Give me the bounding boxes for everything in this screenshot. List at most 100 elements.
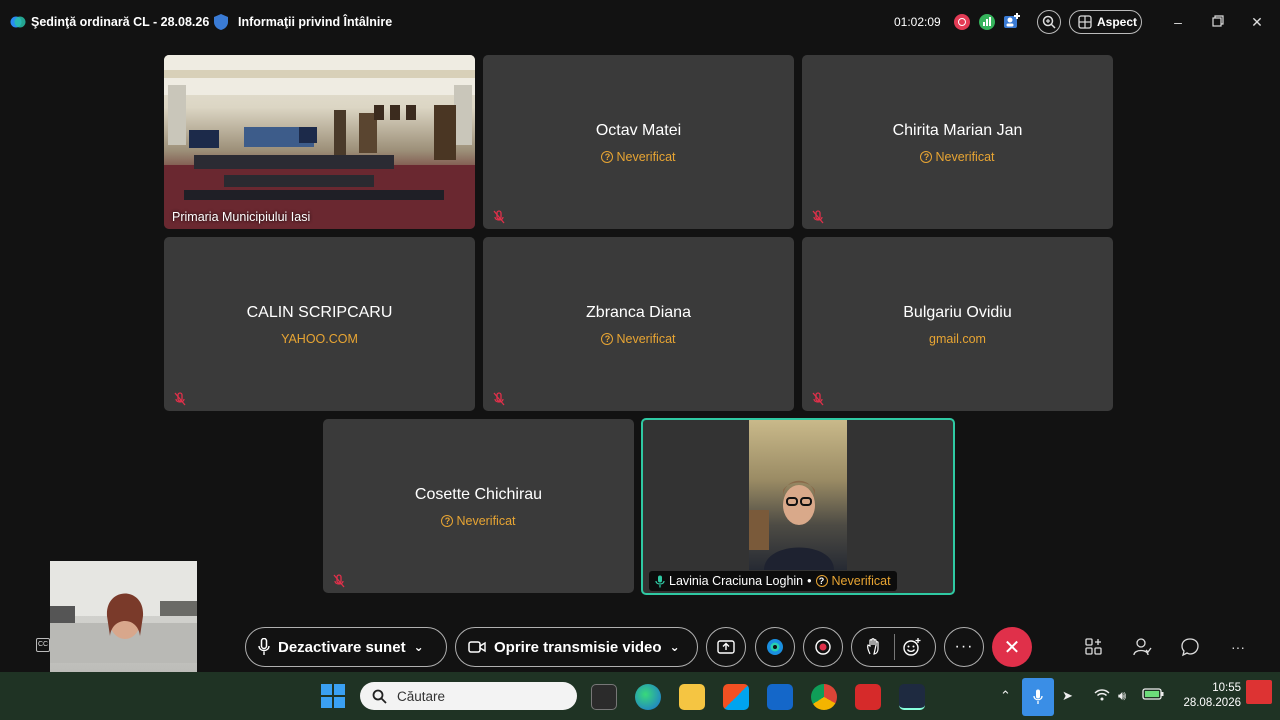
verification-status: Neverificat: [831, 574, 891, 588]
leave-meeting-button[interactable]: ✕: [992, 627, 1032, 667]
participant-tile[interactable]: CALIN SCRIPCARU YAHOO.COM: [164, 237, 475, 411]
clock-time: 10:55: [1212, 682, 1241, 694]
mute-button[interactable]: Dezactivare sunet ⌄: [245, 627, 447, 667]
ai-assistant-icon: [767, 639, 783, 655]
zoom-icon[interactable]: [1037, 10, 1061, 34]
battery-icon[interactable]: [1142, 688, 1164, 703]
search-icon: [372, 689, 387, 704]
question-icon: ?: [920, 151, 933, 163]
share-screen-icon: [717, 640, 735, 654]
shield-icon[interactable]: [213, 13, 229, 31]
participant-name: Cosette Chichirau: [414, 486, 543, 503]
more-icon[interactable]: ···: [1227, 636, 1249, 658]
restore-icon[interactable]: [1210, 14, 1226, 30]
microphone-tray-icon[interactable]: [1022, 678, 1054, 716]
participant-tile[interactable]: Cosette Chichirau ? Neverificat: [323, 419, 634, 593]
meeting-title: Şedinţă ordinară CL - 28.08.26: [31, 15, 210, 29]
record-icon: [815, 639, 831, 655]
windows-start-icon[interactable]: [321, 684, 345, 708]
grid-layout-icon: [1078, 15, 1092, 29]
clock-date: 28.08.2026: [1183, 697, 1241, 709]
emoji-reaction-icon[interactable]: [902, 637, 922, 662]
speaker-name-bar: Lavinia Craciuna Loghin • ? Neverificat: [649, 571, 897, 591]
edge-browser-icon[interactable]: [635, 684, 661, 710]
file-explorer-icon[interactable]: [679, 684, 705, 710]
meeting-window: Şedinţă ordinară CL - 28.08.26 Informaţi…: [0, 0, 1280, 720]
verification-status: ? Neverificat: [483, 332, 794, 346]
participant-tile[interactable]: Bulgariu Ovidiu gmail.com: [802, 237, 1113, 411]
participant-name: Chirita Marian Jan: [892, 122, 1023, 139]
news-widget-icon[interactable]: [1246, 680, 1272, 704]
raise-hand-icon[interactable]: [866, 638, 880, 661]
webex-logo-icon: [10, 16, 26, 28]
chat-icon[interactable]: [1179, 636, 1201, 658]
participants-add-icon[interactable]: [1003, 12, 1021, 30]
reactions-group: [851, 627, 936, 667]
outlook-icon[interactable]: [767, 684, 793, 710]
ai-assistant-button[interactable]: [755, 627, 795, 667]
wps-office-icon[interactable]: [855, 684, 881, 710]
chevron-up-icon[interactable]: ⌃: [1000, 688, 1011, 704]
participant-tile[interactable]: Octav Matei ? Neverificat: [483, 55, 794, 229]
taskbar-search[interactable]: Căutare: [360, 682, 577, 710]
recording-icon[interactable]: [954, 14, 970, 30]
participants-icon[interactable]: [1131, 636, 1153, 658]
taskbar-camera-app-icon[interactable]: [591, 684, 617, 710]
muted-mic-icon: [493, 210, 505, 224]
more-options-button[interactable]: ···: [944, 627, 984, 667]
close-icon: ✕: [1003, 636, 1021, 659]
captions-icon[interactable]: CC: [36, 638, 50, 652]
muted-mic-icon: [333, 574, 345, 588]
elapsed-timer: 01:02:09: [894, 15, 941, 29]
system-clock[interactable]: 10:55 28.08.2026: [1177, 681, 1241, 711]
question-icon: ?: [441, 515, 454, 527]
participant-name: Primaria Municipiului Iasi: [172, 210, 311, 224]
apps-icon[interactable]: [1083, 636, 1105, 658]
participant-tile[interactable]: Chirita Marian Jan ? Neverificat: [802, 55, 1113, 229]
meeting-info-link[interactable]: Informaţii privind Întâlnire: [238, 15, 392, 29]
layout-button[interactable]: Aspect: [1069, 10, 1142, 34]
share-screen-button[interactable]: [706, 627, 746, 667]
network-stats-icon[interactable]: [979, 14, 995, 30]
webex-taskbar-icon[interactable]: [899, 684, 925, 710]
chevron-down-icon[interactable]: ⌄: [414, 640, 424, 654]
question-icon: ?: [815, 575, 828, 587]
volume-icon[interactable]: 🔊︎: [1118, 688, 1126, 704]
participant-name: CALIN SCRIPCARU: [246, 304, 393, 321]
layout-label: Aspect: [1097, 15, 1138, 29]
participant-name: Zbranca Diana: [586, 304, 691, 321]
participant-domain: YAHOO.COM: [281, 332, 358, 346]
record-button[interactable]: [803, 627, 843, 667]
participant-name: Lavinia Craciuna Loghin: [669, 574, 804, 588]
title-bar: Şedinţă ordinară CL - 28.08.26 Informaţi…: [0, 0, 1280, 44]
chrome-icon[interactable]: [811, 684, 837, 710]
stop-video-button[interactable]: Oprire transmisie video ⌄: [455, 627, 698, 667]
participant-name: Octav Matei: [595, 122, 682, 139]
more-icon: ···: [954, 638, 974, 655]
muted-mic-icon: [812, 210, 824, 224]
participant-domain: gmail.com: [929, 332, 986, 346]
participant-tile-room[interactable]: Primaria Municipiului Iasi: [164, 55, 475, 229]
search-placeholder: Căutare: [397, 688, 446, 704]
verification-status: ? Neverificat: [323, 514, 634, 528]
participant-tile[interactable]: Zbranca Diana ? Neverificat: [483, 237, 794, 411]
muted-mic-icon: [174, 392, 186, 406]
location-icon[interactable]: ➤: [1062, 688, 1073, 704]
verification-status: ? Neverificat: [483, 150, 794, 164]
verification-status: ? Neverificat: [802, 150, 1113, 164]
separator-dot: •: [807, 574, 812, 588]
close-icon[interactable]: ✕: [1249, 14, 1265, 30]
question-icon: ?: [601, 151, 614, 163]
video-label: Oprire transmisie video: [494, 638, 662, 656]
mute-label: Dezactivare sunet: [278, 638, 406, 656]
active-speaker-tile[interactable]: Lavinia Craciuna Loghin • ? Neverificat: [641, 418, 955, 595]
wifi-icon[interactable]: [1094, 688, 1110, 705]
council-room-video: [164, 55, 475, 229]
minimize-icon[interactable]: –: [1170, 14, 1186, 30]
muted-mic-icon: [812, 392, 824, 406]
question-icon: ?: [601, 333, 614, 345]
chevron-down-icon[interactable]: ⌄: [670, 640, 680, 654]
microsoft-store-icon[interactable]: [723, 684, 749, 710]
mic-active-icon: [655, 575, 665, 587]
divider: [894, 634, 895, 660]
